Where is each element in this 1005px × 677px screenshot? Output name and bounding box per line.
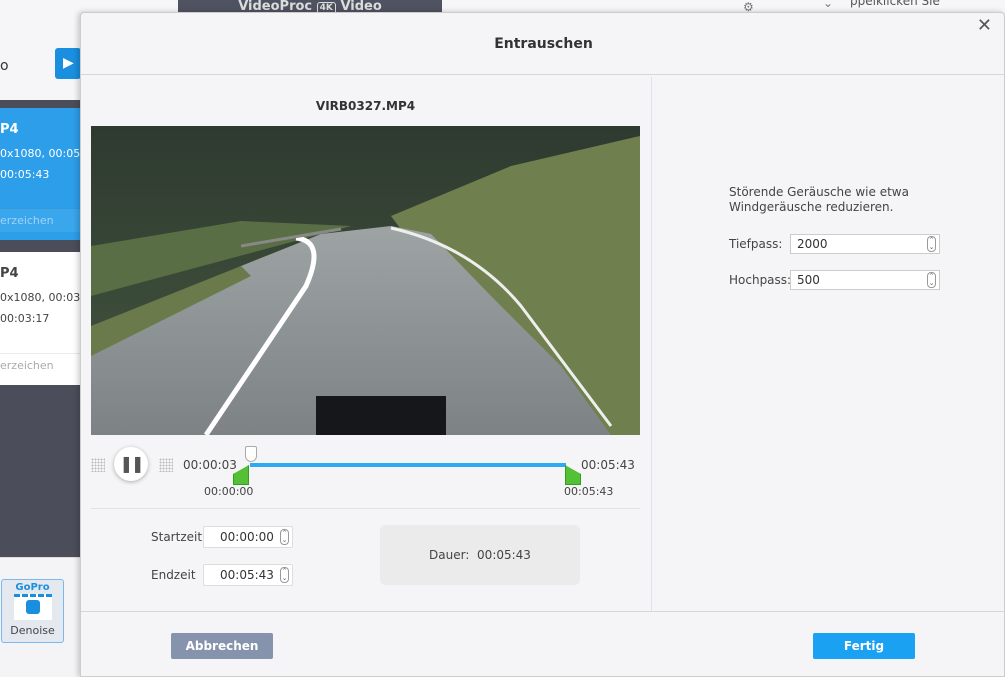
highpass-label: Hochpass:	[729, 273, 792, 287]
lowpass-value: 2000	[797, 237, 828, 251]
hint-text: ppelklicken Sie	[850, 0, 940, 8]
toolbar-label: o	[0, 58, 9, 74]
pause-button[interactable]: ❚❚	[114, 447, 148, 481]
timeline-track[interactable]	[250, 463, 566, 467]
video-folder-icon[interactable]: ▶	[55, 48, 81, 79]
denoise-icon	[13, 594, 52, 620]
trim-end-marker[interactable]	[565, 465, 581, 485]
end-time-field[interactable]: 00:05:43 ⌃ ⌄	[203, 564, 293, 586]
app-title-suffix: Video	[340, 0, 382, 12]
file-name: P4	[0, 266, 19, 281]
denoise-description: Störende Geräusche wie etwa Windgeräusch…	[729, 185, 909, 214]
start-time-value: 00:00:00	[220, 530, 274, 544]
highpass-value: 500	[797, 273, 820, 287]
app-badge: 4K	[316, 2, 336, 12]
duration-label: Dauer:	[429, 548, 470, 562]
file-duration: 00:03:17	[0, 312, 50, 325]
duration-value: 00:05:43	[477, 548, 531, 562]
spinner-icon[interactable]: ⌃ ⌄	[280, 567, 289, 583]
bookmark-label[interactable]: erzeichen	[0, 353, 80, 377]
playhead-handle[interactable]	[245, 446, 257, 462]
highpass-field[interactable]: 500 ⌃ ⌄	[790, 270, 940, 290]
app-title: VideoProc	[238, 0, 313, 12]
dialog-title: Entrauschen	[81, 13, 1005, 75]
divider	[91, 508, 640, 509]
bookmark-label[interactable]: erzeichen	[0, 208, 80, 232]
lowpass-label: Tiefpass:	[729, 237, 783, 251]
file-info: 0x1080, 00:05:4	[0, 147, 91, 160]
lowpass-field[interactable]: 2000 ⌃ ⌄	[790, 234, 940, 254]
spinner-icon[interactable]: ⌃ ⌄	[927, 236, 936, 252]
chevron-down-icon[interactable]: ⌄	[823, 0, 833, 10]
trim-start-time: 00:00:00	[204, 485, 254, 498]
end-time-label: Endzeit	[151, 568, 196, 582]
close-icon[interactable]: ✕	[977, 15, 992, 36]
drag-grip-icon[interactable]	[159, 458, 173, 472]
drag-grip-icon[interactable]	[91, 458, 105, 472]
file-info: 0x1080, 00:03:1	[0, 291, 91, 304]
done-button[interactable]: Fertig	[813, 633, 915, 659]
current-time: 00:00:03	[183, 458, 237, 472]
denoise-dialog: Entrauschen ✕ VIRB0327.MP4 ❚❚ 00:00:03 0…	[80, 12, 1005, 677]
denoise-tool-button[interactable]: GoPro Denoise	[1, 579, 64, 643]
video-file-name: VIRB0327.MP4	[315, 99, 416, 113]
file-name: P4	[0, 122, 19, 137]
duration-box: Dauer: 00:05:43	[380, 525, 580, 585]
total-time: 00:05:43	[581, 458, 635, 472]
file-duration: 00:05:43	[0, 168, 50, 181]
gopro-logo: GoPro	[15, 582, 50, 593]
divider	[81, 611, 1005, 612]
trim-end-time: 00:05:43	[564, 485, 614, 498]
file-list-item[interactable]: P4 0x1080, 00:03:1 00:03:17 erzeichen	[0, 252, 91, 385]
divider	[651, 77, 652, 611]
denoise-label: Denoise	[10, 624, 55, 637]
file-list-item[interactable]: P4 0x1080, 00:05:4 00:05:43 erzeichen	[0, 108, 91, 240]
app-title-bar: VideoProc 4K Video	[178, 0, 442, 12]
spinner-icon[interactable]: ⌃ ⌄	[927, 272, 936, 288]
video-preview[interactable]	[91, 126, 640, 435]
cancel-button[interactable]: Abbrechen	[171, 633, 273, 659]
spinner-icon[interactable]: ⌃ ⌄	[280, 529, 289, 545]
start-time-label: Startzeit	[151, 530, 203, 544]
end-time-value: 00:05:43	[220, 568, 274, 582]
start-time-field[interactable]: 00:00:00 ⌃ ⌄	[203, 526, 293, 548]
